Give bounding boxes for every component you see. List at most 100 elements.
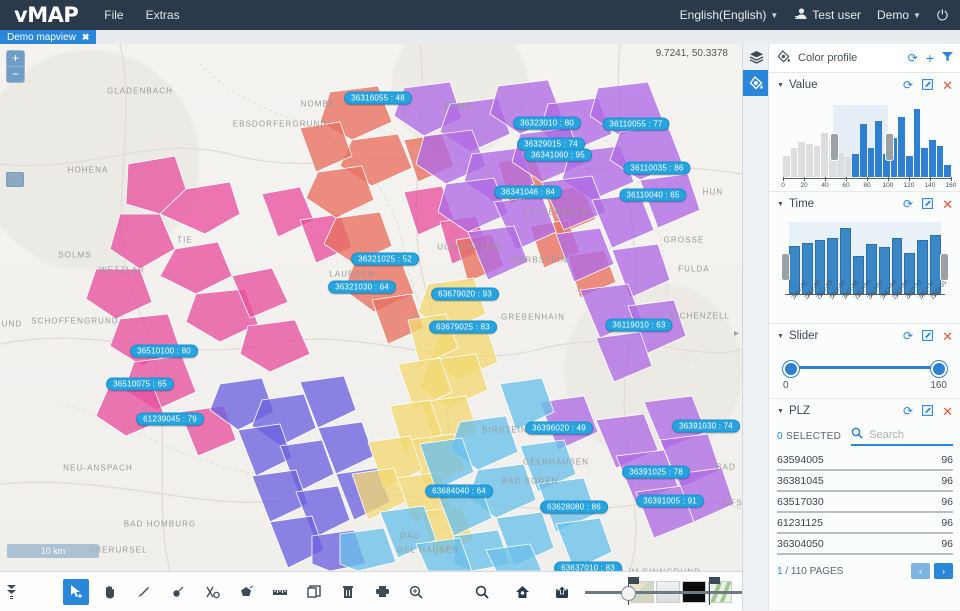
- map-feature-label[interactable]: 36510100 : 80: [130, 344, 198, 358]
- map-feature-label[interactable]: 36321030 : 64: [328, 280, 396, 294]
- plz-search-input[interactable]: [867, 427, 953, 442]
- map-feature-label[interactable]: 36510075 : 65: [106, 377, 174, 391]
- map-feature-label[interactable]: 36341046 : 84: [494, 185, 562, 199]
- close-icon[interactable]: ✖: [82, 32, 90, 43]
- edit-icon[interactable]: [922, 329, 934, 343]
- map-feature-label[interactable]: 63637010 : 83: [554, 561, 622, 571]
- plz-next-page[interactable]: ›: [934, 563, 953, 579]
- map-side-handle[interactable]: [6, 172, 24, 187]
- filter-icon[interactable]: [942, 52, 953, 64]
- plz-row[interactable]: 61231125 96: [777, 513, 953, 534]
- layers-collapse-icon[interactable]: [6, 579, 17, 605]
- close-icon[interactable]: ✕: [942, 330, 953, 343]
- range-slider[interactable]: 0 160: [783, 352, 947, 398]
- ruler-tool[interactable]: [267, 579, 293, 605]
- slider-flag-end[interactable]: [709, 576, 720, 605]
- map-feature-label[interactable]: 36110040 : 65: [619, 188, 687, 202]
- plz-row[interactable]: 63517030 96: [777, 492, 953, 513]
- tenant-selector[interactable]: Demo ▼: [877, 8, 921, 22]
- edit-icon[interactable]: [922, 404, 934, 418]
- panel-collapse-arrow[interactable]: ▸: [734, 327, 742, 341]
- map-feature-label[interactable]: 63628080 : 86: [540, 500, 608, 514]
- refresh-icon[interactable]: ⟳: [903, 198, 913, 211]
- value-histogram[interactable]: 0 20 40 60 80 100 120 140 160: [775, 99, 956, 191]
- mapview-tab-strip: Demo mapview ✖: [0, 30, 960, 45]
- chevron-down-icon[interactable]: ▼: [777, 201, 784, 208]
- map-feature-label[interactable]: 61239045 : 79: [136, 412, 204, 426]
- refresh-icon[interactable]: ⟳: [903, 330, 913, 343]
- value-handle-left[interactable]: [830, 133, 840, 161]
- map-feature-label[interactable]: 36396020 : 49: [525, 421, 593, 435]
- chevron-down-icon[interactable]: ▼: [777, 82, 784, 89]
- map-feature-label[interactable]: 36391030 : 74: [672, 419, 740, 433]
- place-label: BAD HOMBURG: [123, 519, 197, 529]
- polygon-tool[interactable]: [233, 579, 259, 605]
- time-histogram[interactable]: 2017-01 2017-02 2017-03 2017-04 2017-05 2017-…: [775, 218, 955, 323]
- range-slider-handle-min[interactable]: [783, 361, 799, 377]
- plz-prev-page[interactable]: ‹: [911, 563, 930, 579]
- color-profile-panel-button[interactable]: [743, 70, 769, 96]
- app-logo[interactable]: vMAP: [14, 3, 79, 27]
- chevron-down-icon[interactable]: ▼: [777, 408, 784, 415]
- menu-item-extras[interactable]: Extras: [146, 8, 180, 22]
- close-icon[interactable]: ✕: [942, 79, 953, 92]
- layers-panel-button[interactable]: [743, 44, 769, 70]
- map-feature-label[interactable]: 36391005 : 91: [636, 494, 704, 508]
- copy-tool[interactable]: [301, 579, 327, 605]
- point-tool[interactable]: [165, 579, 191, 605]
- tab-demo-mapview[interactable]: Demo mapview ✖: [0, 30, 97, 44]
- print-tool[interactable]: [369, 579, 395, 605]
- zoom-out-button[interactable]: −: [7, 67, 24, 82]
- map-feature-label[interactable]: 63679025 : 83: [429, 320, 497, 334]
- menu-item-file[interactable]: File: [104, 8, 123, 22]
- map-feature-label[interactable]: 36323010 : 80: [513, 116, 581, 130]
- range-slider-handle-max[interactable]: [931, 361, 947, 377]
- chevron-down-icon[interactable]: ▼: [777, 333, 784, 340]
- power-icon[interactable]: ⏻: [937, 7, 948, 24]
- map-feature-label[interactable]: 36391025 : 78: [622, 465, 690, 479]
- share-map[interactable]: [549, 579, 575, 605]
- edit-icon[interactable]: [922, 197, 934, 211]
- map-feature-label[interactable]: 36316055 : 48: [344, 91, 412, 105]
- vmap-application: vMAP File Extras English(English) ▼ Test…: [0, 0, 960, 611]
- map-feature-label[interactable]: 36119010 : 63: [605, 318, 673, 332]
- edit-icon[interactable]: [922, 78, 934, 92]
- zoom-tool[interactable]: [403, 579, 429, 605]
- measure-tool[interactable]: [199, 579, 225, 605]
- map-feature-label[interactable]: 36110055 : 77: [602, 117, 670, 131]
- slider-knob[interactable]: [621, 585, 636, 601]
- user-menu[interactable]: Test user: [794, 7, 861, 23]
- refresh-icon[interactable]: ⟳: [903, 79, 913, 92]
- map-feature-label[interactable]: 63679020 : 93: [431, 287, 499, 301]
- time-section: ▼ Time ⟳ ✕ 2017-01 2017-02 2017-03 2017-04 2…: [769, 192, 960, 324]
- time-handle-right[interactable]: [940, 253, 949, 281]
- plz-row[interactable]: 36381045 96: [777, 471, 953, 492]
- plz-search[interactable]: [851, 427, 953, 446]
- time-handle-left[interactable]: [781, 253, 790, 281]
- plz-row[interactable]: 63594005 96: [777, 450, 953, 471]
- draw-line-tool[interactable]: [131, 579, 157, 605]
- delete-tool[interactable]: [335, 579, 361, 605]
- value-bar: [821, 133, 829, 177]
- plz-page-label: PAGES: [809, 565, 844, 577]
- refresh-icon[interactable]: ⟳: [903, 405, 913, 418]
- search-map[interactable]: [469, 579, 495, 605]
- map-canvas[interactable]: GLADENBACH EBSDORFERGRUND NOMBE ROMR SOL…: [0, 44, 742, 571]
- map-feature-label[interactable]: 36321025 : 52: [351, 252, 419, 266]
- refresh-icon[interactable]: ⟳: [908, 52, 918, 64]
- plus-icon[interactable]: +: [926, 51, 934, 65]
- plz-row[interactable]: 36304050 96: [777, 534, 953, 555]
- close-icon[interactable]: ✕: [942, 198, 953, 211]
- map-feature-label[interactable]: 36341060 : 95: [524, 148, 592, 162]
- map-feature-label[interactable]: 63684040 : 64: [425, 484, 493, 498]
- value-tick-label: 0: [781, 182, 785, 189]
- time-range-slider[interactable]: [585, 576, 750, 605]
- value-handle-right[interactable]: [885, 133, 894, 161]
- home-extent[interactable]: [509, 579, 535, 605]
- close-icon[interactable]: ✕: [942, 405, 953, 418]
- map-feature-label[interactable]: 36110035 : 86: [623, 161, 691, 175]
- pan-tool[interactable]: [97, 579, 123, 605]
- language-selector[interactable]: English(English) ▼: [680, 8, 779, 22]
- zoom-in-button[interactable]: +: [7, 51, 24, 67]
- select-tool[interactable]: [63, 578, 89, 605]
